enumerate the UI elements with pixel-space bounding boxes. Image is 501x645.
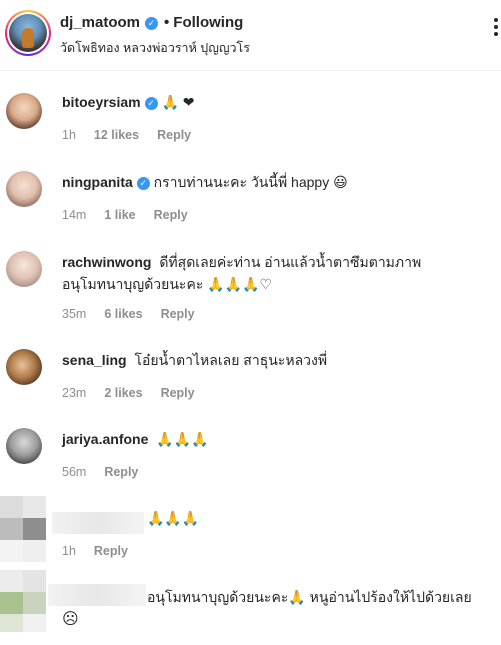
comment-likes[interactable]: 2 likes: [104, 386, 142, 400]
comment-time[interactable]: 1h: [62, 128, 76, 142]
reply-button[interactable]: Reply: [104, 465, 138, 479]
reply-button[interactable]: Reply: [154, 208, 188, 222]
comment-body: bitoeyrsiam ✓ 🙏 ❤: [62, 91, 494, 113]
comment-meta: 14m 1 like Reply: [62, 208, 206, 222]
commenter-avatar[interactable]: [6, 428, 42, 464]
comment-item: bitoeyrsiam ✓ 🙏 ❤ 1h 12 likes Reply: [0, 88, 501, 158]
author-line: dj_matoom ✓ • Following: [60, 14, 243, 31]
commenter-username[interactable]: jariya.anfone: [62, 431, 148, 447]
comment-likes[interactable]: 6 likes: [104, 307, 142, 321]
commenter-avatar[interactable]: [6, 349, 42, 385]
comment-item: ningpanita ✓ กราบท่านนะคะ วันนี้พี่ happy…: [0, 168, 501, 238]
commenter-username[interactable]: bitoeyrsiam: [62, 94, 141, 110]
reply-button[interactable]: Reply: [161, 307, 195, 321]
comment-time[interactable]: 35m: [62, 307, 86, 321]
reply-button[interactable]: Reply: [94, 544, 128, 558]
redacted-username: [52, 512, 144, 534]
comment-body-line2: ☹: [62, 608, 102, 631]
comment-body: rachwinwong ดีที่สุดเลยค่ะท่าน อ่านแล้วน…: [62, 251, 494, 295]
verified-badge-icon: ✓: [145, 16, 159, 30]
comment-time[interactable]: 23m: [62, 386, 86, 400]
comment-text-line2: อนุโมทนาบุญด้วยนะคะ 🙏🙏🙏♡: [62, 276, 273, 292]
comment-text: 🙏🙏🙏: [156, 431, 209, 447]
comment-likes[interactable]: 1 like: [104, 208, 135, 222]
redacted-username: [48, 584, 146, 606]
comment-text: โอ๋ยน้ำตาไหลเลย สาธุนะหลวงพี่: [134, 352, 328, 368]
commenter-username[interactable]: ningpanita: [62, 174, 133, 190]
comment-text: 🙏 ❤: [161, 94, 195, 110]
reply-button[interactable]: Reply: [161, 386, 195, 400]
comment-meta: 35m 6 likes Reply: [62, 307, 213, 321]
comment-item: jariya.anfone 🙏🙏🙏 56m Reply: [0, 425, 501, 495]
redacted-avatar: [0, 570, 46, 634]
comment-body: ningpanita ✓ กราบท่านนะคะ วันนี้พี่ happy…: [62, 171, 494, 193]
redacted-avatar: [0, 496, 46, 562]
comment-item: sena_ling โอ๋ยน้ำตาไหลเลย สาธุนะหลวงพี่ …: [0, 346, 501, 416]
verified-badge-icon: ✓: [136, 176, 150, 190]
commenter-avatar[interactable]: [6, 251, 42, 287]
comment-meta: 1h Reply: [62, 544, 146, 558]
comment-time[interactable]: 1h: [62, 544, 76, 558]
commenter-username[interactable]: sena_ling: [62, 352, 127, 368]
comment-body: 🙏🙏🙏: [147, 507, 487, 529]
sad-face-icon: ☹: [62, 611, 79, 628]
comment-body: jariya.anfone 🙏🙏🙏: [62, 428, 494, 450]
separator-dot: •: [164, 14, 170, 31]
comment-meta: 56m Reply: [62, 465, 156, 479]
comment-text: อนุโมทนาบุญด้วยนะคะ🙏 หนูอ่านไปร้องให้ไปด…: [147, 589, 472, 605]
verified-badge-icon: ✓: [144, 96, 158, 110]
following-button[interactable]: Following: [173, 14, 243, 31]
post-header: dj_matoom ✓ • Following วัดโพธิทอง หลวงพ่อว…: [0, 0, 501, 71]
reply-button[interactable]: Reply: [157, 128, 191, 142]
comment-meta: 23m 2 likes Reply: [62, 386, 213, 400]
author-avatar[interactable]: [5, 10, 51, 56]
comment-text: 🙏🙏🙏: [147, 510, 200, 526]
comment-body: อนุโมทนาบุญด้วยนะคะ🙏 หนูอ่านไปร้องให้ไปด…: [147, 586, 497, 608]
comment-item: 🙏🙏🙏 1h Reply: [0, 496, 501, 566]
comment-body: sena_ling โอ๋ยน้ำตาไหลเลย สาธุนะหลวงพี่: [62, 349, 494, 371]
commenter-username[interactable]: rachwinwong: [62, 254, 151, 270]
comment-item: rachwinwong ดีที่สุดเลยค่ะท่าน อ่านแล้วน…: [0, 248, 501, 328]
post-location[interactable]: วัดโพธิทอง หลวงพ่อวราห์ ปุญญวโร: [60, 38, 250, 58]
commenter-avatar[interactable]: [6, 171, 42, 207]
comment-time[interactable]: 56m: [62, 465, 86, 479]
comment-text: กราบท่านนะคะ วันนี้พี่ happy 😃: [153, 174, 348, 190]
more-options-icon[interactable]: [492, 18, 501, 38]
comment-time[interactable]: 14m: [62, 208, 86, 222]
author-username[interactable]: dj_matoom: [60, 14, 140, 31]
comment-meta: 1h 12 likes Reply: [62, 128, 209, 142]
comment-likes[interactable]: 12 likes: [94, 128, 139, 142]
commenter-avatar[interactable]: [6, 93, 42, 129]
comment-text: ดีที่สุดเลยค่ะท่าน อ่านแล้วน้ำตาซึมตามภา…: [159, 254, 422, 270]
comment-item: อนุโมทนาบุญด้วยนะคะ🙏 หนูอ่านไปร้องให้ไปด…: [0, 570, 501, 645]
